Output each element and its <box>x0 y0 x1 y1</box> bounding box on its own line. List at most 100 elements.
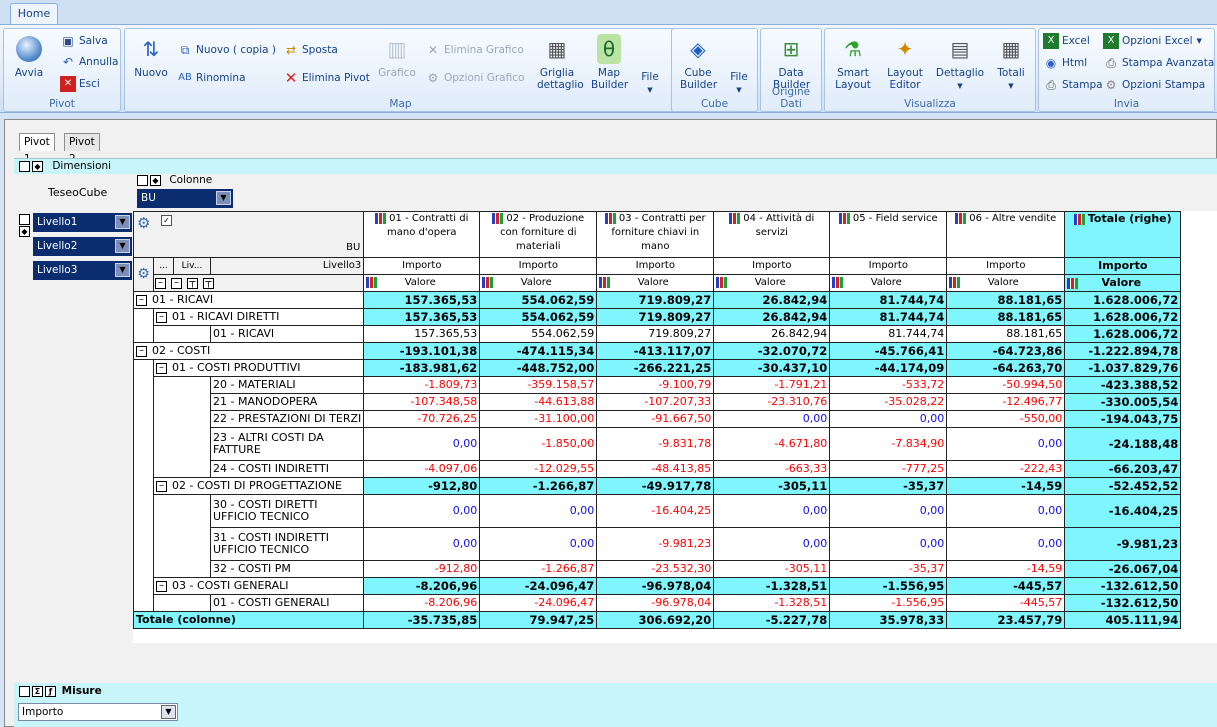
row-label-level3[interactable]: 32 - COSTI PM <box>209 560 365 578</box>
column-header[interactable]: 01 - Contratti di mano d'opera <box>363 211 481 258</box>
row-label-level3[interactable]: 21 - MANODOPERA <box>209 393 365 411</box>
map-builder-button[interactable]: θ Map Builder <box>587 34 631 91</box>
collapse-icon[interactable] <box>137 174 148 186</box>
tab-pivot-2[interactable]: Pivot 2 <box>64 133 100 165</box>
pivot-settings-icon[interactable]: ⚙ <box>137 216 150 231</box>
dettaglio-button[interactable]: ▤ Dettaglio ▼ <box>935 34 985 92</box>
chart-toggle-icon[interactable] <box>375 212 387 224</box>
row-label-level3[interactable]: 20 - MATERIALI <box>209 376 365 394</box>
nuovo-copia-button[interactable]: ⧉ Nuovo ( copia ) <box>177 41 276 59</box>
row-label-level2[interactable]: –03 - COSTI GENERALI <box>152 577 365 595</box>
stampa-button[interactable]: ⎙ Stampa <box>1043 76 1102 94</box>
html-button[interactable]: ◉ Html <box>1043 54 1087 72</box>
opzioni-excel-button[interactable]: X Opzioni Excel ▼ <box>1103 32 1202 50</box>
grafico-button[interactable]: ▥ Grafico <box>375 34 419 79</box>
chart-toggle-icon[interactable] <box>955 212 967 224</box>
collapse-icon[interactable]: – <box>156 580 167 592</box>
column-header-total[interactable]: Totale (righe) <box>1064 211 1182 258</box>
misure-dropdown[interactable]: Importo ▼ <box>18 703 178 721</box>
totali-button[interactable]: ▦ Totali ▼ <box>991 34 1031 92</box>
expand-level-icon[interactable]: ┬ <box>187 277 198 289</box>
chart-toggle-icon[interactable] <box>1067 277 1079 289</box>
cube-builder-button[interactable]: ◈ Cube Builder <box>676 34 720 91</box>
chart-toggle-icon[interactable] <box>599 276 611 288</box>
row-label-level3[interactable]: 30 - COSTI DIRETTI UFFICIO TECNICO <box>209 494 365 528</box>
opzioni-grafico-button[interactable]: ⚙ Opzioni Grafico <box>425 69 525 87</box>
collapse-icon[interactable]: – <box>156 480 167 492</box>
opzioni-stampa-button[interactable]: ⚙ Opzioni Stampa <box>1103 76 1206 94</box>
smart-layout-button[interactable]: ⚗ Smart Layout <box>829 34 877 91</box>
avvia-button[interactable]: Avvia <box>8 34 50 79</box>
value-cell: -70.726,25 <box>363 410 481 428</box>
chart-toggle-icon[interactable] <box>729 212 741 224</box>
griglia-dettaglio-button[interactable]: ▦ Griglia dettaglio <box>533 34 584 91</box>
expand-collapse-icon[interactable]: ◆ <box>19 226 30 237</box>
formula-icon[interactable]: ƒ <box>45 685 56 697</box>
chart-toggle-icon[interactable] <box>1073 213 1085 225</box>
tab-home[interactable]: Home <box>10 3 58 25</box>
column-header[interactable]: 04 - Attività di servizi <box>713 211 831 258</box>
chart-toggle-icon[interactable] <box>716 276 728 288</box>
value-cell: 719.809,27 <box>596 308 715 326</box>
row-label-level3[interactable]: 24 - COSTI INDIRETTI <box>209 460 365 478</box>
excel-button[interactable]: X Excel <box>1043 32 1090 50</box>
row-label-level3[interactable]: 01 - COSTI GENERALI <box>209 594 365 612</box>
collapse-icon[interactable] <box>19 214 30 225</box>
chart-toggle-icon[interactable] <box>604 212 616 224</box>
value-cell: -8.206,96 <box>363 577 481 595</box>
column-header[interactable]: 06 - Altre vendite <box>946 211 1066 258</box>
chart-toggle-icon[interactable] <box>482 276 494 288</box>
collapse-level-icon[interactable]: – <box>171 277 182 289</box>
collapse-icon[interactable] <box>19 685 30 697</box>
collapse-icon[interactable]: – <box>136 345 147 357</box>
row-dimension-livello1[interactable]: Livello1 ▼ <box>33 213 132 232</box>
nuovo-button[interactable]: ⇅ Nuovo <box>129 34 173 79</box>
row-label-level1[interactable]: –01 - RICAVI <box>132 291 365 309</box>
corner-dots: ... <box>153 257 174 275</box>
column-header[interactable]: 02 - Produzione con forniture di materia… <box>479 211 598 258</box>
row-label-level1[interactable]: –02 - COSTI <box>132 342 365 360</box>
expand-collapse-icon[interactable]: ◆ <box>32 160 43 172</box>
collapse-icon[interactable] <box>19 160 30 172</box>
row-label-level3[interactable]: 31 - COSTI INDIRETTI UFFICIO TECNICO <box>209 527 365 561</box>
column-header[interactable]: 05 - Field service <box>829 211 948 258</box>
tab-pivot-1[interactable]: Pivot 1 <box>19 133 55 165</box>
layout-editor-button[interactable]: ✦ Layout Editor <box>881 34 929 91</box>
column-header[interactable]: 03 - Contratti per forniture chiavi in m… <box>596 211 715 258</box>
row-dimension-livello3[interactable]: Livello3 ▼ <box>33 261 132 280</box>
map-file-button[interactable]: File ▼ <box>635 71 665 96</box>
chart-toggle-icon[interactable] <box>838 212 850 224</box>
data-builder-button[interactable]: ⊞ Data Builder <box>767 34 815 91</box>
collapse-icon[interactable]: – <box>156 311 167 323</box>
collapse-level-icon[interactable]: – <box>155 277 166 289</box>
stampa-avanzata-button[interactable]: ⎙ Stampa Avanzata <box>1103 54 1214 72</box>
expand-level-icon[interactable]: ┬ <box>203 277 214 289</box>
row-label-level2[interactable]: –01 - COSTI PRODUTTIVI <box>152 359 365 377</box>
elimina-pivot-button[interactable]: ✕ Elimina Pivot <box>283 69 370 87</box>
chart-toggle-icon[interactable] <box>492 212 504 224</box>
sposta-button[interactable]: ⇄ Sposta <box>283 41 338 59</box>
collapse-icon[interactable]: – <box>136 294 147 306</box>
row-label-level2[interactable]: –02 - COSTI DI PROGETTAZIONE <box>152 477 365 495</box>
elimina-grafico-button[interactable]: ✕ Elimina Grafico <box>425 41 524 59</box>
cube-file-button[interactable]: File ▼ <box>724 71 754 96</box>
expand-collapse-icon[interactable]: ◆ <box>150 174 161 186</box>
check-icon[interactable]: ✓ <box>161 215 172 226</box>
chart-toggle-icon[interactable] <box>366 276 378 288</box>
annulla-button[interactable]: ↶ Annulla <box>60 53 118 71</box>
column-header-label: 04 - Attività di servizi <box>743 213 815 238</box>
chart-toggle-icon[interactable] <box>949 276 961 288</box>
row-label-level3[interactable]: 22 - PRESTAZIONI DI TERZI <box>209 410 365 428</box>
collapse-icon[interactable]: – <box>156 362 167 374</box>
salva-button[interactable]: ▣ Salva <box>60 32 107 50</box>
column-dimension-bu[interactable]: BU ▼ <box>137 189 233 208</box>
sum-icon[interactable]: Σ <box>32 685 43 697</box>
rinomina-button[interactable]: AB Rinomina <box>177 69 245 87</box>
esci-button[interactable]: ✕ Esci <box>60 75 100 93</box>
row-dimension-livello2[interactable]: Livello2 ▼ <box>33 237 132 256</box>
chart-toggle-icon[interactable] <box>832 276 844 288</box>
row-label-level3[interactable]: 01 - RICAVI <box>209 325 365 343</box>
row-label-level3[interactable]: 23 - ALTRI COSTI DA FATTURE <box>209 427 365 461</box>
row-label-level2[interactable]: –01 - RICAVI DIRETTI <box>152 308 365 326</box>
drill-icon[interactable]: ⚙ <box>133 257 154 292</box>
